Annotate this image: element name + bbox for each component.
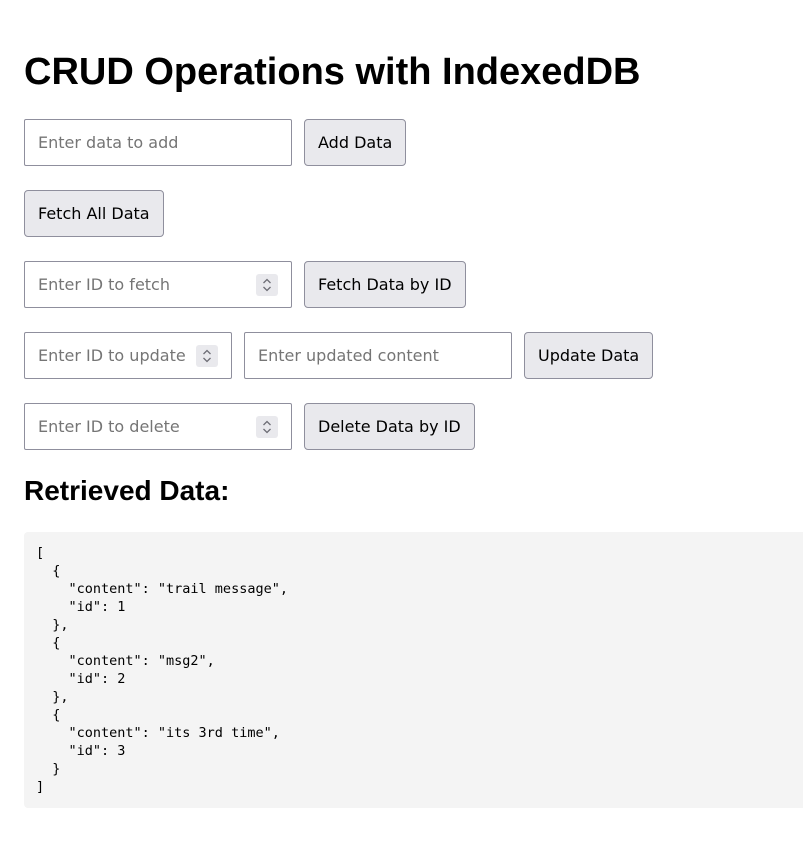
update-content-input[interactable] [244, 332, 512, 379]
add-data-input[interactable] [24, 119, 292, 166]
add-data-button[interactable]: Add Data [304, 119, 407, 166]
spinner-arrows-icon[interactable] [256, 274, 278, 296]
delete-id-input[interactable] [24, 403, 292, 450]
page-title: CRUD Operations with IndexedDB [24, 51, 641, 93]
update-data-button[interactable]: Update Data [524, 332, 654, 379]
add-row: Add Data [24, 119, 407, 166]
update-row: Update Data [24, 332, 654, 379]
delete-id-field-wrap [24, 403, 292, 450]
spinner-arrows-icon[interactable] [196, 345, 218, 367]
fetch-id-field-wrap [24, 261, 292, 308]
fetch-all-row: Fetch All Data [24, 190, 164, 237]
spinner-arrows-icon[interactable] [256, 416, 278, 438]
fetch-id-input[interactable] [24, 261, 292, 308]
delete-row: Delete Data by ID [24, 403, 475, 450]
fetch-by-id-row: Fetch Data by ID [24, 261, 466, 308]
retrieved-data-heading: Retrieved Data: [24, 475, 230, 506]
retrieved-data-output: [ { "content": "trail message", "id": 1 … [24, 532, 803, 808]
page: CRUD Operations with IndexedDB Add Data … [0, 0, 803, 867]
fetch-all-data-button[interactable]: Fetch All Data [24, 190, 164, 237]
delete-data-by-id-button[interactable]: Delete Data by ID [304, 403, 475, 450]
fetch-data-by-id-button[interactable]: Fetch Data by ID [304, 261, 466, 308]
update-id-field-wrap [24, 332, 232, 379]
